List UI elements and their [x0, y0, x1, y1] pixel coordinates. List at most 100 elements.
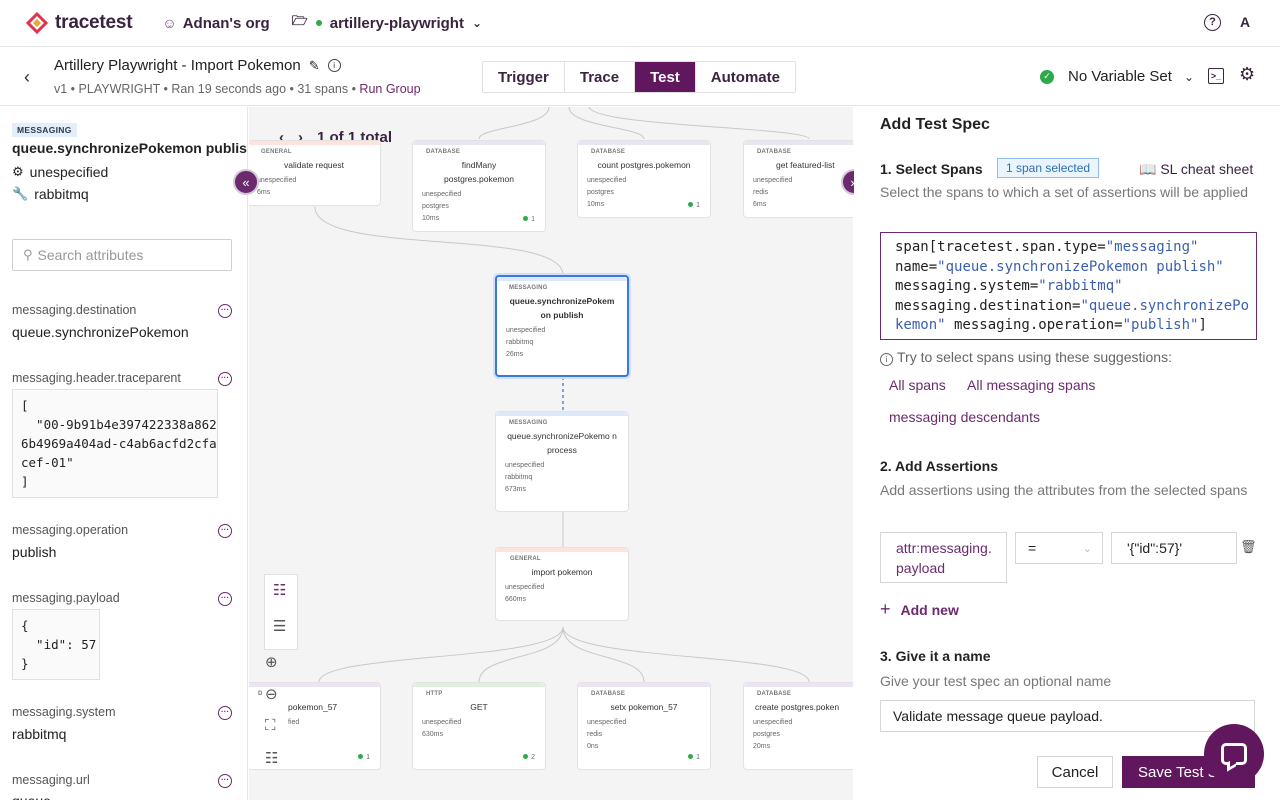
span-node[interactable]: GENERAL validate request unespecified 6m… [249, 140, 381, 206]
span-node-service: unespecified [257, 177, 297, 184]
span-node-checks: 1 [358, 754, 370, 761]
fit-view-icon[interactable]: ⛶ [265, 717, 276, 734]
test-spec-name-input[interactable]: Validate message queue payload. [880, 700, 1255, 732]
more-icon[interactable]: ··· [218, 304, 232, 318]
span-node-duration: 6ms [753, 201, 767, 208]
cancel-button[interactable]: Cancel [1037, 756, 1113, 788]
suggestion-messaging-descendants[interactable]: messaging descendants [889, 409, 1040, 425]
org-selector[interactable]: ☺ Adnan's org [162, 15, 269, 32]
collapse-left-panel-button[interactable]: « [233, 169, 259, 195]
search-placeholder: Search attributes [37, 247, 144, 263]
span-node[interactable]: GENERAL import pokemon unespecified 660m… [495, 547, 629, 621]
span-node[interactable]: DATABASE create postgres.poken unespecif… [743, 682, 853, 770]
add-assertion-button[interactable]: + Add new [880, 599, 959, 620]
app-name: tracetest [55, 12, 133, 33]
more-icon[interactable]: ··· [218, 774, 232, 788]
tab-test[interactable]: Test [635, 62, 696, 92]
back-arrow-icon[interactable]: ‹ [24, 67, 30, 88]
span-node-system: postgres [753, 731, 780, 738]
suggestions-label: i Try to select spans using these suggest… [880, 349, 1172, 366]
span-count-badge: 1 span selected [997, 158, 1100, 178]
trace-diagram[interactable]: ‹ › 1 of 1 total GENERAL validate reques… [249, 107, 853, 800]
zoom-in-icon[interactable]: ⊕ [265, 653, 278, 671]
test-header: ‹ Artillery Playwright - Import Pokemon … [0, 48, 1280, 106]
span-node[interactable]: DATABASE get featured-list unespecified … [743, 140, 853, 218]
span-node[interactable]: DATABASE findMany postgres.pokemon unesp… [412, 140, 546, 232]
variable-set-selector[interactable]: ✓ No Variable Set ⌄ [1040, 68, 1194, 85]
span-node[interactable]: HTTP GET unespecified 630ms 2 [412, 682, 546, 770]
span-node-system: postgres [422, 203, 449, 210]
span-node-tag: DATABASE [591, 691, 626, 697]
span-node[interactable]: DATABASE count postgres.pokemon unespeci… [577, 140, 711, 218]
cheat-sheet-link[interactable]: 📖 SL cheat sheet [1139, 161, 1253, 178]
info-icon[interactable]: i [327, 59, 341, 72]
span-node[interactable]: DATABASE setx pokemon_57 unespecified re… [577, 682, 711, 770]
check-circle-icon: ✓ [1040, 69, 1054, 84]
span-node-checks: 2 [523, 754, 535, 761]
span-node-duration: 20ms [753, 743, 771, 750]
zoom-out-icon[interactable]: ⊖ [265, 685, 278, 703]
section-select-spans-desc: Select the spans to which a set of asser… [880, 184, 1249, 200]
edit-icon[interactable]: ✎ [309, 58, 320, 74]
more-icon[interactable]: ··· [218, 592, 232, 606]
run-time: Ran 19 seconds ago [171, 82, 287, 96]
selector-token: span[tracetest.span.type= [895, 239, 1106, 255]
selector-token: messaging.system= [895, 278, 1039, 294]
span-node[interactable]: MESSAGING queue.synchronizePokemo n proc… [495, 411, 629, 512]
span-node-service: unespecified [587, 719, 627, 726]
logo[interactable]: tracetest [25, 12, 133, 34]
attr-value: publish [12, 544, 57, 560]
list-view-icon[interactable]: ☰ [273, 617, 286, 635]
span-node-name: queue.synchronizePokemo n process [507, 431, 617, 455]
tree-view-icon[interactable]: ☷ [273, 581, 286, 599]
span-node-system: postgres [587, 189, 614, 196]
span-node-name: setx pokemon_57 [610, 702, 678, 712]
assertion-operator-select[interactable]: = ⌄ [1015, 532, 1103, 564]
avatar[interactable]: A [1235, 12, 1255, 32]
tab-automate[interactable]: Automate [696, 62, 795, 92]
help-icon[interactable]: ? [1204, 13, 1221, 31]
tab-trace[interactable]: Trace [565, 62, 636, 92]
section-name-title: 3. Give it a name [880, 648, 991, 664]
span-node-duration: 660ms [505, 596, 527, 603]
run-group-link[interactable]: Run Group [359, 82, 420, 96]
span-node-checks: 1 [688, 754, 700, 761]
gear-icon[interactable]: ⚙ [1239, 64, 1255, 85]
more-icon[interactable]: ··· [218, 524, 232, 538]
project-name: artillery-playwright [329, 14, 464, 32]
more-icon[interactable]: ··· [218, 372, 232, 386]
span-node-system: redis [753, 189, 769, 196]
suggestion-all-messaging-spans[interactable]: All messaging spans [967, 377, 1095, 393]
project-selector[interactable]: 🗁 artillery-playwright ⌄ [292, 12, 482, 34]
span-node-name: count postgres.pokemon [597, 160, 691, 170]
attr-key: messaging.destination [12, 303, 137, 317]
span-node-selected[interactable]: MESSAGING queue.synchronizePokem on publ… [495, 275, 629, 377]
search-attributes-input[interactable]: ⚲ Search attributes [12, 239, 232, 271]
suggestion-all-spans[interactable]: All spans [889, 377, 946, 393]
chevron-down-icon: ⌄ [1082, 542, 1092, 555]
span-node-system: redis [587, 731, 603, 738]
section-assertions-desc: Add assertions using the attributes from… [880, 482, 1248, 498]
chevron-down-icon: ⌄ [471, 16, 483, 30]
span-selector-editor[interactable]: span[tracetest.span.type="messaging" name… [880, 232, 1257, 340]
chat-widget-button[interactable] [1204, 724, 1264, 784]
trash-icon[interactable]: 🗑 [1240, 539, 1257, 555]
span-node-name: get featured-list [776, 160, 835, 170]
operator-value: = [1028, 540, 1037, 556]
span-node-service: unespecified [505, 462, 545, 469]
layout-icon[interactable]: ☷ [265, 749, 278, 767]
tracetest-logo-icon [25, 12, 49, 34]
more-icon[interactable]: ··· [218, 706, 232, 720]
assertion-value-input[interactable]: '{"id":57}' [1111, 532, 1237, 564]
test-type: PLAYWRIGHT [78, 82, 161, 96]
tab-trigger[interactable]: Trigger [483, 62, 565, 92]
add-new-label: Add new [900, 601, 959, 618]
span-node-tag: MESSAGING [509, 420, 548, 426]
assertion-attribute-input[interactable]: attr:messaging. payload [880, 532, 1007, 583]
span-name: queue.synchronizePokemon publish [12, 140, 248, 156]
selector-token: messaging.operation= [945, 317, 1123, 333]
terminal-icon[interactable]: >_ [1208, 68, 1224, 84]
span-node-service: unespecified [505, 584, 545, 591]
span-node-tag: DATABASE [757, 691, 792, 697]
panel-title: Add Test Spec [880, 116, 990, 133]
